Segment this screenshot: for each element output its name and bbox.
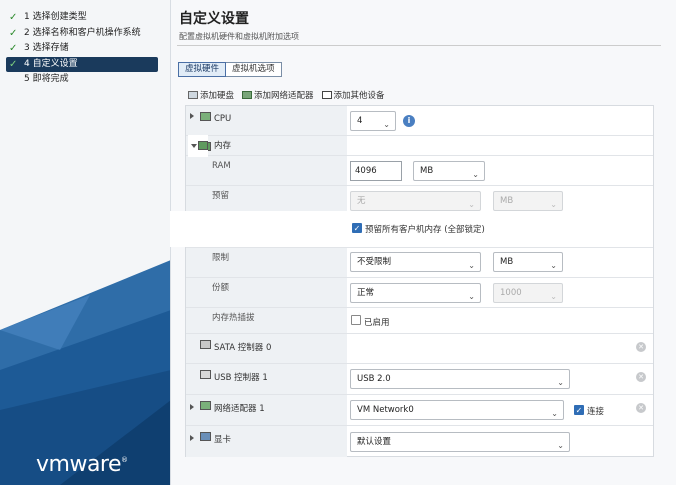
- hotplug-checkbox[interactable]: [351, 315, 361, 325]
- cpu-row: CPU 4 ⌄ i: [186, 106, 653, 136]
- connect-checkbox[interactable]: ✓: [574, 405, 584, 415]
- tab-vm-options[interactable]: 虚拟机选项: [226, 62, 282, 77]
- connect-label: 连接: [587, 407, 605, 417]
- network-adapter-icon: [200, 401, 211, 410]
- step-1[interactable]: ✓ 1 选择创建类型: [6, 10, 158, 26]
- chevron-down-icon: ⌄: [383, 120, 390, 129]
- limit-unit-select[interactable]: MB ⌄: [493, 252, 563, 272]
- step-5[interactable]: 5 即将完成: [6, 72, 158, 88]
- disk-icon: [188, 91, 198, 99]
- display-icon: [200, 432, 211, 441]
- gpu-row: 显卡 默认设置 ⌄: [186, 426, 653, 457]
- divider: [177, 45, 661, 46]
- expand-arrow-icon[interactable]: [190, 404, 194, 410]
- tab-bar: 虚拟硬件 虚拟机选项: [178, 62, 282, 77]
- chevron-down-icon: ⌄: [550, 200, 557, 209]
- gpu-label-cell[interactable]: 显卡: [186, 426, 347, 457]
- cpu-label-cell[interactable]: CPU: [186, 106, 347, 135]
- chevron-down-icon: ⌄: [468, 292, 475, 301]
- usb-type-select[interactable]: USB 2.0 ⌄: [350, 369, 570, 389]
- step-label: 4 自定义设置: [24, 58, 78, 69]
- brand-decoration: [0, 260, 170, 485]
- wizard-steps-pane: ✓ 1 选择创建类型 ✓ 2 选择名称和客户机操作系统 ✓ 3 选择存储 ✓ 4 自定义…: [0, 0, 171, 485]
- reserve-unit-select[interactable]: MB ⌄: [493, 191, 563, 211]
- reserve-all-label: 预留所有客户机内存 (全部锁定): [365, 225, 485, 235]
- controller-icon: [200, 340, 211, 349]
- usb-label-cell: USB 控制器 1: [186, 364, 347, 394]
- chevron-down-icon: ⌄: [550, 292, 557, 301]
- device-icon: [321, 91, 332, 99]
- step-3[interactable]: ✓ 3 选择存储: [6, 41, 158, 57]
- add-other-device-button[interactable]: 添加其他设备: [321, 89, 385, 101]
- chevron-down-icon: ⌄: [472, 170, 479, 179]
- shares-select[interactable]: 正常 ⌄: [350, 283, 481, 303]
- checkmark-icon: ✓: [9, 43, 18, 54]
- step-label: 1 选择创建类型: [24, 12, 87, 22]
- cpu-icon: [200, 112, 211, 121]
- chevron-down-icon: ⌄: [468, 261, 475, 270]
- ram-row: RAM 4096 MB ⌄: [186, 156, 653, 186]
- memory-label-cell[interactable]: 内存: [186, 136, 347, 155]
- reserve-select[interactable]: 无 ⌄: [350, 191, 481, 211]
- network-adapter-icon: [242, 91, 253, 99]
- usb-icon: [200, 370, 211, 379]
- add-nic-button[interactable]: 添加网络适配器: [242, 89, 314, 101]
- cpu-count-select[interactable]: 4 ⌄: [350, 111, 396, 131]
- step-label: 2 选择名称和客户机操作系统: [24, 27, 141, 38]
- page-title: 自定义设置: [179, 11, 249, 27]
- chevron-down-icon: ⌄: [557, 441, 564, 450]
- hardware-toolbar: 添加硬盘 添加网络适配器 添加其他设备: [188, 89, 385, 101]
- tab-virtual-hardware[interactable]: 虚拟硬件: [178, 62, 227, 77]
- step-list: ✓ 1 选择创建类型 ✓ 2 选择名称和客户机操作系统 ✓ 3 选择存储 ✓ 4 自定义…: [6, 10, 158, 88]
- memory-row: 内存: [186, 136, 653, 156]
- remove-icon[interactable]: ✕: [636, 372, 646, 382]
- hotplug-label: 内存热插拔: [212, 313, 255, 323]
- page-subtitle: 配置虚拟机硬件和虚拟机附加选项: [179, 32, 299, 41]
- ram-input[interactable]: 4096: [350, 161, 402, 181]
- checkmark-icon: ✓: [9, 12, 18, 23]
- usb-row: USB 控制器 1 USB 2.0 ⌄ ✕: [186, 364, 653, 395]
- hotplug-row: 内存热插拔 已启用: [186, 308, 653, 334]
- step-label: 5 即将完成: [24, 74, 69, 84]
- reserve-label: 预留: [212, 191, 230, 201]
- reserve-all-checkbox[interactable]: ✓: [352, 223, 362, 233]
- limit-row: 限制 不受限制 ⌄ MB ⌄: [186, 248, 653, 278]
- nic-row: 网络适配器 1 VM Network0 ⌄ ✓ 连接 ✕: [186, 395, 653, 426]
- expand-arrow-icon[interactable]: [190, 435, 194, 441]
- expand-arrow-icon[interactable]: [190, 113, 194, 119]
- step-2[interactable]: ✓ 2 选择名称和客户机操作系统: [6, 26, 158, 42]
- limit-select[interactable]: 不受限制 ⌄: [350, 252, 481, 272]
- step-4[interactable]: ✓ 4 自定义设置: [6, 56, 158, 72]
- hardware-table: CPU 4 ⌄ i 内存 RAM 4096 MB ⌄ 预留 无 ⌄ MB ⌄ 限…: [185, 105, 654, 457]
- network-select[interactable]: VM Network0 ⌄: [350, 400, 564, 420]
- sata-row: SATA 控制器 0 ✕: [186, 334, 653, 364]
- checkmark-icon: ✓: [9, 58, 18, 70]
- nic-label-cell[interactable]: 网络适配器 1: [186, 395, 347, 425]
- hotplug-checkbox-label: 已启用: [364, 318, 390, 328]
- reserve-all-callout: ✓ 预留所有客户机内存 (全部锁定): [171, 212, 506, 246]
- info-icon[interactable]: i: [403, 115, 415, 127]
- memory-caret-highlight: [188, 135, 208, 157]
- remove-icon[interactable]: ✕: [636, 403, 646, 413]
- step-label: 3 选择存储: [24, 43, 69, 53]
- ram-label: RAM: [212, 161, 231, 171]
- sata-label-cell: SATA 控制器 0: [186, 334, 347, 363]
- chevron-down-icon: ⌄: [550, 261, 557, 270]
- checkmark-icon: ✓: [9, 27, 18, 39]
- limit-label: 限制: [212, 253, 230, 263]
- shares-amount-select[interactable]: 1000 ⌄: [493, 283, 563, 303]
- remove-icon[interactable]: ✕: [636, 342, 646, 352]
- shares-label: 份额: [212, 283, 230, 293]
- vmware-logo: vmware®: [36, 452, 128, 477]
- chevron-down-icon: ⌄: [557, 378, 564, 387]
- ram-unit-select[interactable]: MB ⌄: [413, 161, 485, 181]
- gpu-select[interactable]: 默认设置 ⌄: [350, 432, 570, 452]
- shares-row: 份额 正常 ⌄ 1000 ⌄: [186, 278, 653, 308]
- add-disk-button[interactable]: 添加硬盘: [188, 89, 234, 101]
- chevron-down-icon: ⌄: [551, 409, 558, 418]
